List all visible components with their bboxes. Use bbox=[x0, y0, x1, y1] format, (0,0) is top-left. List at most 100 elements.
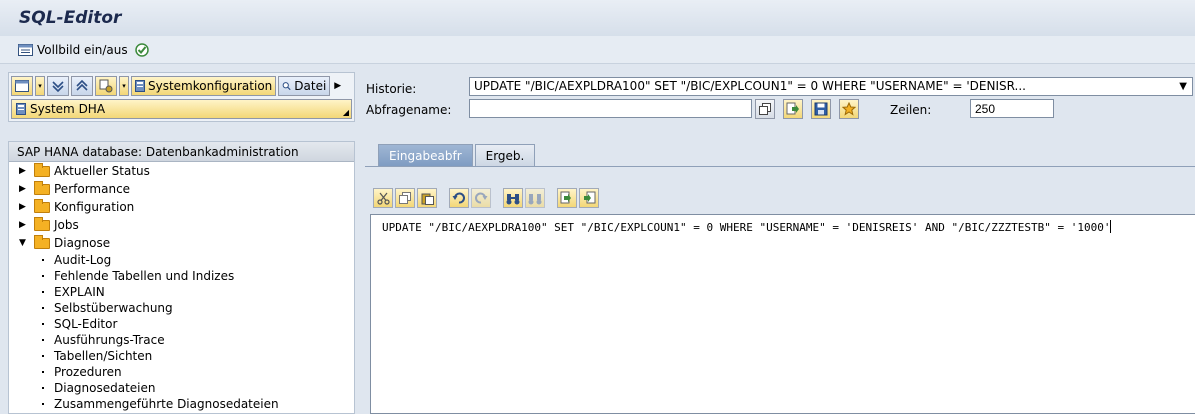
title-bar: SQL-Editor bbox=[0, 0, 1195, 36]
copy-icon bbox=[759, 103, 771, 115]
folder-icon bbox=[34, 235, 50, 249]
collapse-all-button[interactable] bbox=[71, 76, 93, 96]
favorite-query-button[interactable] bbox=[839, 99, 859, 119]
copy-button[interactable] bbox=[395, 188, 415, 208]
tree-leaf-label: SQL-Editor bbox=[54, 317, 118, 331]
expand-all-icon bbox=[52, 81, 64, 93]
save-icon bbox=[814, 102, 828, 116]
tree-leaf-label: Tabellen/Sichten bbox=[54, 349, 153, 363]
search-file-icon bbox=[282, 82, 291, 91]
tree-options-icon bbox=[99, 79, 113, 93]
undo-button[interactable] bbox=[449, 188, 469, 208]
bullet-icon bbox=[42, 275, 44, 277]
expand-all-button[interactable] bbox=[47, 76, 69, 96]
fullscreen-label: Vollbild ein/aus bbox=[37, 43, 128, 57]
tree-folder-node[interactable]: ▶ Jobs bbox=[9, 216, 354, 234]
datei-label: Datei bbox=[294, 79, 327, 93]
tree-leaf-item[interactable]: SQL-Editor bbox=[9, 316, 354, 332]
systemkonfiguration-button[interactable]: Systemkonfiguration bbox=[131, 76, 277, 96]
scissors-cut-icon bbox=[376, 192, 390, 205]
load-query-button[interactable] bbox=[783, 99, 803, 119]
window-title: SQL-Editor bbox=[19, 8, 122, 28]
find-button[interactable] bbox=[503, 188, 523, 208]
export-button[interactable] bbox=[579, 188, 599, 208]
system-selector[interactable]: System DHA ◢ bbox=[11, 99, 352, 119]
tree-leaf-label: Fehlende Tabellen und Indizes bbox=[54, 269, 235, 283]
abfragename-label: Abfragename: bbox=[366, 103, 452, 117]
copy-icon bbox=[399, 192, 411, 204]
tree-folder-label: Diagnose bbox=[54, 236, 111, 250]
zeilen-input[interactable] bbox=[970, 99, 1054, 118]
bullet-icon bbox=[42, 291, 44, 293]
redo-icon bbox=[475, 192, 488, 204]
redo-button[interactable] bbox=[471, 188, 491, 208]
system-label: System DHA bbox=[30, 102, 106, 116]
import-button[interactable] bbox=[557, 188, 577, 208]
binoculars-find-next-icon bbox=[528, 193, 542, 204]
tree-leaf-item[interactable]: Zusammengeführte Diagnosedateien bbox=[9, 396, 354, 412]
collapsed-arrow-icon[interactable]: ▶ bbox=[19, 162, 26, 180]
star-favorite-icon bbox=[842, 102, 856, 116]
collapsed-arrow-icon[interactable]: ▶ bbox=[19, 180, 26, 198]
import-icon bbox=[560, 191, 571, 204]
bullet-icon bbox=[42, 387, 44, 389]
tree-folder-label: Performance bbox=[54, 182, 131, 196]
copy-query-button[interactable] bbox=[755, 99, 775, 119]
tree-folder-label: Jobs bbox=[54, 218, 79, 232]
tree-folder-node[interactable]: ▶ Konfiguration bbox=[9, 198, 354, 216]
tree-leaf-label: Zusammengeführte Diagnosedateien bbox=[54, 397, 279, 411]
sql-text: UPDATE "/BIC/AEXPLDRA100" SET "/BIC/EXPL… bbox=[382, 220, 1112, 234]
folder-icon bbox=[34, 163, 50, 177]
left-panel-controls: ▾ ▾ Systemkonfiguration Datei ▶ System D… bbox=[8, 72, 355, 122]
save-query-button[interactable] bbox=[811, 99, 831, 119]
tree-leaf-item[interactable]: EXPLAIN bbox=[9, 284, 354, 300]
expanded-arrow-icon[interactable]: ▼ bbox=[19, 234, 26, 252]
undo-icon bbox=[452, 192, 465, 204]
system-icon bbox=[16, 103, 26, 115]
execute-check-button[interactable] bbox=[134, 41, 150, 59]
editor-toolbar bbox=[373, 188, 599, 208]
scroll-right-icon[interactable]: ▶ bbox=[334, 76, 341, 96]
tree-leaf-label: EXPLAIN bbox=[54, 285, 105, 299]
tree-options-dropdown-icon[interactable]: ▾ bbox=[119, 76, 129, 96]
tree-leaf-item[interactable]: Prozeduren bbox=[9, 364, 354, 380]
text-caret bbox=[1110, 220, 1112, 233]
tree-leaf-label: Audit-Log bbox=[54, 253, 112, 267]
tree-leaf-item[interactable]: Selbstüberwachung bbox=[9, 300, 354, 316]
tree-leaf-item[interactable]: Fehlende Tabellen und Indizes bbox=[9, 268, 354, 284]
check-execute-icon bbox=[134, 42, 150, 58]
find-next-button[interactable] bbox=[525, 188, 545, 208]
datei-button[interactable]: Datei bbox=[278, 76, 331, 96]
layout-dropdown-icon[interactable]: ▾ bbox=[35, 76, 45, 96]
tree-leaf-item[interactable]: Tabellen/Sichten bbox=[9, 348, 354, 364]
tree-options-button[interactable] bbox=[95, 76, 117, 96]
tree-leaf-label: Prozeduren bbox=[54, 365, 122, 379]
abfragename-input[interactable] bbox=[469, 99, 752, 118]
tree-folder-node[interactable]: ▶ Performance bbox=[9, 180, 354, 198]
export-icon bbox=[584, 191, 596, 204]
tree-leaf-item[interactable]: Audit-Log bbox=[9, 252, 354, 268]
bullet-icon bbox=[42, 259, 44, 261]
historie-label: Historie: bbox=[366, 82, 417, 96]
tree-leaf-label: Selbstüberwachung bbox=[54, 301, 173, 315]
tree-leaf-item[interactable]: Ausführungs-Trace bbox=[9, 332, 354, 348]
tree-leaf-item[interactable]: Diagnosedateien bbox=[9, 380, 354, 396]
tree-folder-label: Aktueller Status bbox=[54, 164, 150, 178]
paste-clipboard-icon bbox=[421, 193, 434, 205]
tab-eingabeabfrage[interactable]: Eingabeabfr bbox=[378, 144, 473, 166]
cut-button[interactable] bbox=[373, 188, 393, 208]
application-toolbar: Vollbild ein/aus bbox=[0, 36, 1195, 64]
collapsed-arrow-icon[interactable]: ▶ bbox=[19, 198, 26, 216]
sql-editor[interactable]: UPDATE "/BIC/AEXPLDRA100" SET "/BIC/EXPL… bbox=[370, 214, 1195, 414]
layout-button[interactable] bbox=[11, 76, 33, 96]
bullet-icon bbox=[42, 371, 44, 373]
zeilen-label: Zeilen: bbox=[890, 103, 932, 117]
historie-dropdown[interactable]: UPDATE "/BIC/AEXPLDRA100" SET "/BIC/EXPL… bbox=[469, 77, 1193, 96]
tree-leaf-label: Ausführungs-Trace bbox=[54, 333, 165, 347]
fullscreen-toggle-button[interactable]: Vollbild ein/aus bbox=[18, 41, 128, 59]
tree-folder-node[interactable]: ▶ Aktueller Status bbox=[9, 162, 354, 180]
paste-button[interactable] bbox=[417, 188, 437, 208]
tab-ergebnis[interactable]: Ergeb. bbox=[474, 144, 536, 166]
tree-folder-node[interactable]: ▼ Diagnose bbox=[9, 234, 354, 252]
collapsed-arrow-icon[interactable]: ▶ bbox=[19, 216, 26, 234]
